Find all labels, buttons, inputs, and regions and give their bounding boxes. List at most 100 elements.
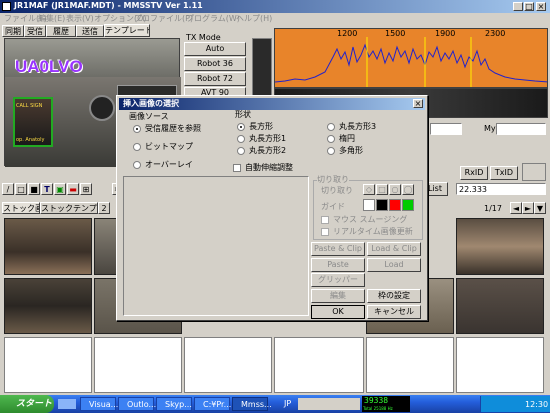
- task-outlook[interactable]: Outlo...: [118, 397, 157, 411]
- rect-tool-icon[interactable]: □: [15, 183, 27, 195]
- source-history-radio[interactable]: [133, 125, 141, 133]
- tab-send[interactable]: 送信: [76, 25, 104, 37]
- text-tool-icon[interactable]: T: [41, 183, 53, 195]
- task-outlook-label: Outlo...: [127, 400, 157, 409]
- freq-combo[interactable]: 22.333: [456, 183, 546, 195]
- page-menu-button[interactable]: ▼: [534, 202, 546, 214]
- mode-auto-button[interactable]: Auto: [184, 42, 246, 56]
- shape-roundrect1-radio[interactable]: [237, 135, 245, 143]
- menu-help[interactable]: ヘルプ(H): [236, 14, 272, 24]
- tab-stock-images[interactable]: ストック画像: [2, 202, 40, 214]
- guide-color-green[interactable]: [402, 199, 414, 211]
- guide-color-red[interactable]: [389, 199, 401, 211]
- start-label: スタート: [16, 399, 53, 409]
- source-bitmap-radio[interactable]: [133, 143, 141, 151]
- app-icon: [2, 2, 11, 11]
- shape-roundrect2-radio[interactable]: [237, 147, 245, 155]
- clip-polygon-icon[interactable]: ◯: [402, 184, 414, 195]
- gripper-button[interactable]: グリッパー: [311, 273, 365, 287]
- close-button[interactable]: ×: [536, 2, 546, 11]
- task-mmsstv[interactable]: Mmss...: [232, 397, 272, 411]
- source-history-label: 受信履歴を参照: [145, 124, 201, 133]
- stock-image-3[interactable]: [456, 218, 544, 275]
- preview-area[interactable]: [123, 176, 309, 316]
- task-explorer[interactable]: C:¥Pr...: [194, 397, 232, 411]
- image-tool-icon[interactable]: ▣: [54, 183, 66, 195]
- tab-stock-template-2[interactable]: 2: [98, 202, 110, 214]
- load-clip-button[interactable]: Load & Clip: [367, 242, 421, 256]
- frame-settings-button[interactable]: 枠の設定: [367, 289, 421, 303]
- next-page-button[interactable]: ►: [522, 202, 534, 214]
- tab-history[interactable]: 履歴: [46, 25, 76, 37]
- task-skype[interactable]: Skyp...: [156, 397, 192, 411]
- menu-profile[interactable]: プロファイル(P): [134, 14, 193, 24]
- edit-button[interactable]: 編集: [311, 289, 365, 303]
- stock-slot-empty[interactable]: [184, 337, 272, 393]
- task-visual-label: Visua...: [89, 400, 119, 409]
- mode-robot72-button[interactable]: Robot 72: [184, 72, 246, 86]
- shape-rect-radio[interactable]: [237, 123, 245, 131]
- stock-image-4[interactable]: [4, 278, 92, 334]
- spectrum-display[interactable]: 1200 1500 1900 2300: [274, 28, 548, 88]
- spectrum-trace: [275, 37, 547, 87]
- task-visual[interactable]: Visua...: [80, 397, 119, 411]
- shape-ellipse-radio[interactable]: [327, 135, 335, 143]
- txid-button[interactable]: TxID: [490, 166, 518, 180]
- guide-color-white[interactable]: [363, 199, 375, 211]
- stock-image-1[interactable]: [4, 218, 92, 275]
- clip-rect-icon[interactable]: ◇: [363, 184, 375, 195]
- menu-view[interactable]: 表示(V): [66, 14, 94, 24]
- ime-toolbar[interactable]: [298, 398, 360, 410]
- stock-image-7[interactable]: [456, 278, 544, 334]
- load-button[interactable]: Load: [367, 258, 421, 272]
- shape-rect-label: 長方形: [249, 122, 273, 131]
- stock-slot-empty[interactable]: [94, 337, 182, 393]
- color-tool-icon[interactable]: ▬: [67, 183, 79, 195]
- mode-robot36-button[interactable]: Robot 36: [184, 57, 246, 71]
- my-combo[interactable]: [496, 123, 546, 135]
- tab-stock-template-1[interactable]: ストックテンプレート 1: [40, 202, 98, 214]
- line-tool-icon[interactable]: /: [2, 183, 14, 195]
- menu-program[interactable]: プログラム(W): [186, 14, 240, 24]
- select-tool-icon[interactable]: ⊞: [80, 183, 92, 195]
- tab-sync[interactable]: 同期: [2, 25, 24, 37]
- dialog-close-button[interactable]: ×: [413, 99, 423, 108]
- window-title: JR1MAF (JR1MAF.MDT) - MMSSTV Ver 1.11: [14, 1, 203, 10]
- auto-resize-checkbox[interactable]: [233, 164, 241, 172]
- paste-clip-button[interactable]: Paste & Clip: [311, 242, 365, 256]
- stock-slot-empty[interactable]: [4, 337, 92, 393]
- paste-button[interactable]: Paste: [311, 258, 365, 272]
- prev-page-button[interactable]: ◄: [510, 202, 522, 214]
- source-bitmap-label: ビットマップ: [145, 142, 193, 151]
- realtime-update-checkbox[interactable]: [321, 228, 329, 236]
- clip-square-icon[interactable]: □: [376, 184, 388, 195]
- menu-edit[interactable]: 編集(E): [38, 14, 65, 24]
- source-overlay-radio[interactable]: [133, 161, 141, 169]
- tab-receive[interactable]: 受信: [24, 25, 46, 37]
- rxid-button[interactable]: RxID: [460, 166, 488, 180]
- call-combo[interactable]: [430, 123, 462, 135]
- start-button[interactable]: スタート: [0, 395, 54, 413]
- realtime-update-label: リアルタイム画像更新: [333, 227, 413, 236]
- guide-color-black[interactable]: [376, 199, 388, 211]
- stock-slot-empty[interactable]: [274, 337, 364, 393]
- minimize-button[interactable]: _: [513, 2, 523, 11]
- meter-widget: 39338 Total 25188 Hz: [362, 396, 410, 412]
- callsign-overlay: UA0LVO: [15, 57, 83, 76]
- radio-dial: [89, 95, 115, 121]
- task-explorer-label: C:¥Pr...: [203, 400, 232, 409]
- ok-button[interactable]: OK: [311, 305, 365, 319]
- clip-group-label: 切り取り: [317, 175, 349, 185]
- shape-polygon-radio[interactable]: [327, 147, 335, 155]
- mouse-smoothing-checkbox[interactable]: [321, 216, 329, 224]
- stock-slot-empty[interactable]: [456, 337, 544, 393]
- stock-slot-empty[interactable]: [366, 337, 454, 393]
- cancel-button[interactable]: キャンセル: [367, 305, 421, 319]
- id-indicator: [522, 163, 546, 181]
- maximize-button[interactable]: □: [524, 2, 534, 11]
- shape-roundrect3-radio[interactable]: [327, 123, 335, 131]
- clip-circle-icon[interactable]: ○: [389, 184, 401, 195]
- fill-rect-tool-icon[interactable]: ■: [28, 183, 40, 195]
- language-indicator[interactable]: JP: [284, 399, 291, 409]
- tab-template[interactable]: テンプレート: [104, 24, 150, 37]
